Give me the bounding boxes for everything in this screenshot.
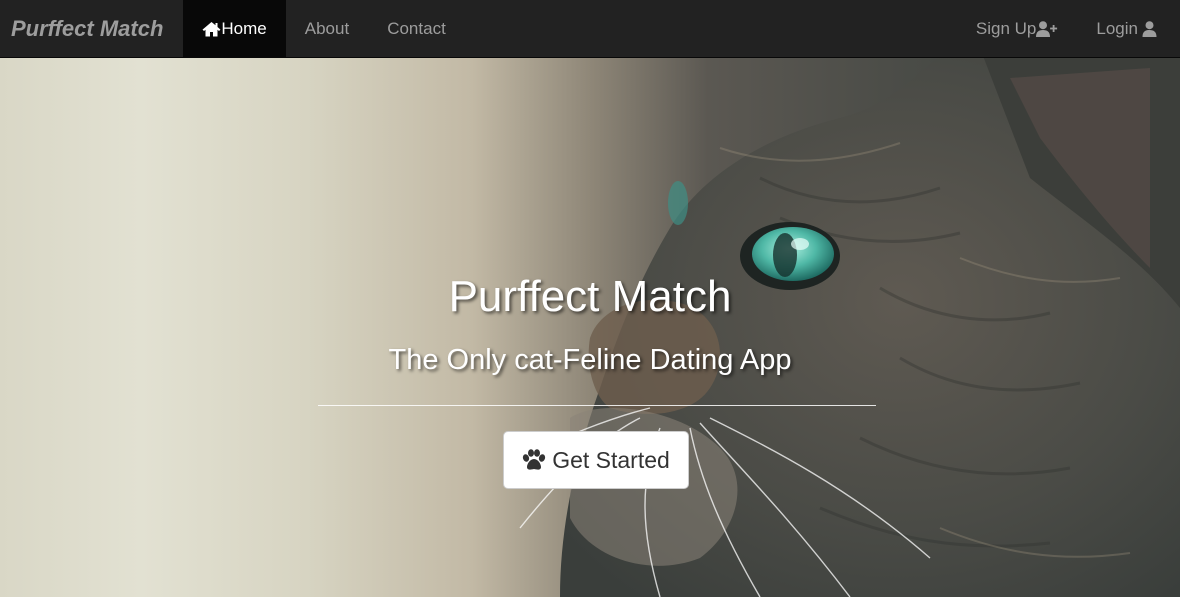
hero-subtitle: The Only cat-Feline Dating App xyxy=(388,344,792,376)
paw-icon xyxy=(522,449,546,471)
user-plus-icon xyxy=(1036,20,1058,37)
hero-title: Purffect Match xyxy=(448,272,732,321)
get-started-label: Get Started xyxy=(552,446,670,473)
nav-auth-links: Sign Up Login xyxy=(957,0,1176,57)
nav-home-label: Home xyxy=(221,18,267,38)
hero-content: Purffect Match The Only cat-Feline Datin… xyxy=(0,58,1180,597)
user-icon xyxy=(1142,20,1157,37)
nav-home-link[interactable]: Home xyxy=(183,0,286,57)
brand-logo[interactable]: Purffect Match xyxy=(0,0,183,57)
get-started-button[interactable]: Get Started xyxy=(503,431,689,489)
home-icon xyxy=(202,21,221,37)
hero-section: Purffect Match The Only cat-Feline Datin… xyxy=(0,58,1180,597)
sign-up-link[interactable]: Sign Up xyxy=(957,0,1077,57)
hero-divider xyxy=(318,405,876,406)
login-label: Login xyxy=(1096,18,1138,38)
navbar: Purffect Match Home About Contact Sign U… xyxy=(0,0,1180,58)
nav-about-link[interactable]: About xyxy=(286,0,368,57)
nav-contact-link[interactable]: Contact xyxy=(368,0,465,57)
nav-links: Home About Contact xyxy=(183,0,464,57)
login-link[interactable]: Login xyxy=(1077,0,1176,57)
sign-up-label: Sign Up xyxy=(975,18,1037,38)
